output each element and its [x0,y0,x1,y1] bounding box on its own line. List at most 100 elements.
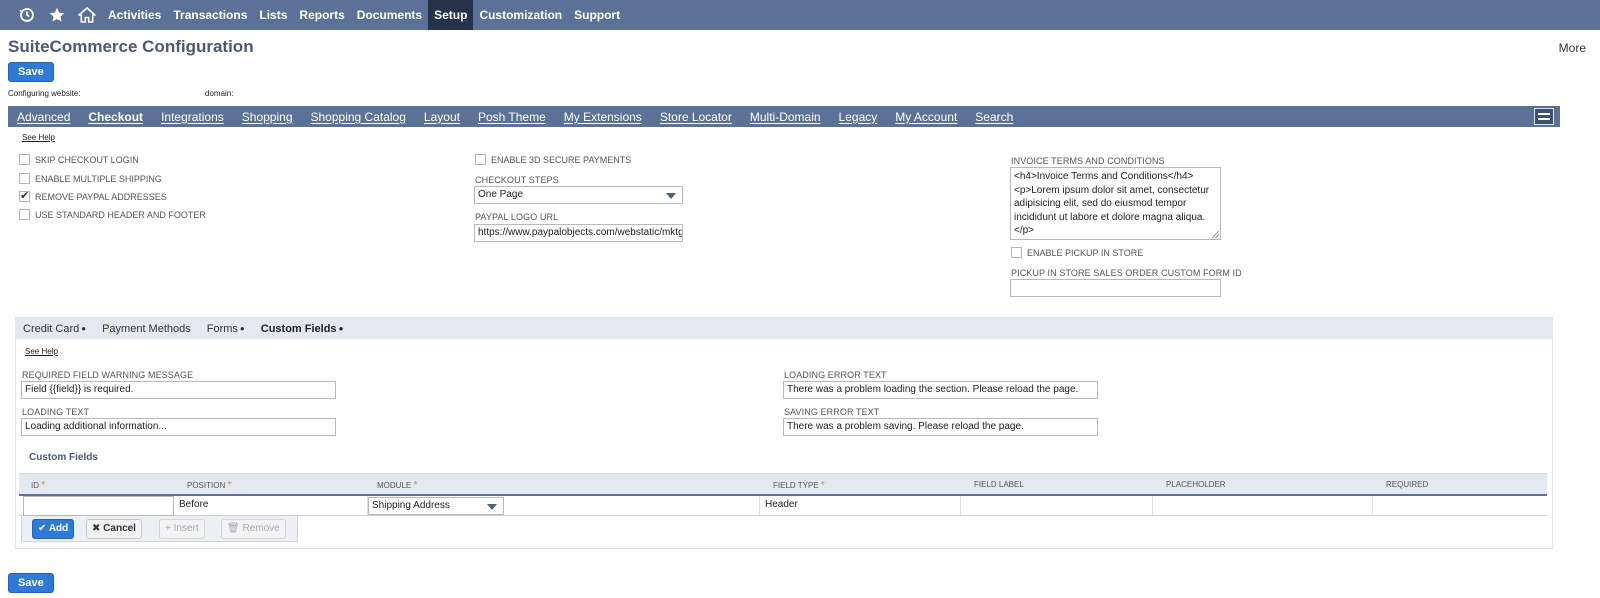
tab-payment-methods[interactable]: Payment Methods [94,323,199,335]
col-position: POSITION * [187,480,232,491]
subtab-checkout[interactable]: Checkout [79,110,152,124]
cancel-button-label: Cancel [103,523,136,534]
subtab-layout[interactable]: Layout [415,110,469,124]
row-field-type-cell[interactable]: Header [760,496,961,516]
saving-error-label: SAVING ERROR TEXT [784,407,880,417]
row-required-cell[interactable] [1373,496,1547,516]
paypal-logo-url-label: PAYPAL LOGO URL [475,212,559,222]
config-subtabs: Advanced Checkout Integrations Shopping … [8,106,1560,127]
enable-multiple-shipping-checkbox[interactable] [19,173,30,184]
checkout-steps-value: One Page [478,189,524,200]
col-module: MODULE * [377,480,418,491]
row-field-label-cell[interactable] [961,496,1153,516]
row-module-select[interactable]: Shipping Address [368,497,504,515]
star-icon[interactable] [42,0,72,30]
nav-support[interactable]: Support [568,0,626,30]
top-navigation: Activities Transactions Lists Reports Do… [0,0,1600,30]
enable-pickup-in-store-field[interactable]: ENABLE PICKUP IN STORE [1011,247,1143,258]
resize-grip-icon[interactable] [1212,231,1219,238]
loading-text-input[interactable]: Loading additional information... [21,418,336,436]
cancel-button[interactable]: ✖ Cancel [86,519,142,539]
row-module-value: Shipping Address [372,500,450,511]
nav-reports[interactable]: Reports [293,0,350,30]
subtab-posh-theme[interactable]: Posh Theme [469,110,555,124]
subtab-my-account[interactable]: My Account [886,110,966,124]
nav-documents[interactable]: Documents [351,0,428,30]
trash-icon: 🗑 [227,523,240,534]
nav-setup[interactable]: Setup [428,0,474,30]
row-position-cell[interactable]: Before [174,496,368,516]
page-title: SuiteCommerce Configuration [8,37,254,56]
col-field-type: FIELD TYPE * [773,480,825,491]
remove-button-label: Remove [242,523,280,534]
see-help-link[interactable]: See Help [22,133,55,142]
insert-button[interactable]: + Insert [159,519,205,539]
chevron-down-icon [666,193,676,199]
invoice-terms-textarea[interactable]: <h4>Invoice Terms and Conditions</h4> <p… [1010,167,1221,240]
tab-forms[interactable]: Forms ● [199,323,253,335]
nav-lists[interactable]: Lists [253,0,293,30]
subtab-search[interactable]: Search [966,110,1022,124]
col-required: REQUIRED [1386,480,1429,489]
row-id-input[interactable] [23,496,174,516]
subtab-shopping-catalog[interactable]: Shopping Catalog [302,110,415,124]
col-module-label: MODULE [377,481,412,490]
subtab-my-extensions[interactable]: My Extensions [555,110,651,124]
remove-button[interactable]: 🗑 Remove [221,519,286,539]
tab-custom-fields[interactable]: Custom Fields ● [253,323,352,335]
enable-multiple-shipping-field[interactable]: ENABLE MULTIPLE SHIPPING [19,173,162,184]
enable-pickup-in-store-label: ENABLE PICKUP IN STORE [1027,247,1144,258]
subtab-integrations[interactable]: Integrations [152,110,233,124]
history-icon[interactable] [12,0,42,30]
subtab-shopping[interactable]: Shopping [233,110,302,124]
domain-label: domain: [205,89,234,98]
insert-button-label: Insert [173,523,199,534]
loading-error-input[interactable]: There was a problem loading the section.… [783,381,1098,399]
enable-pickup-in-store-checkbox[interactable] [1011,247,1022,258]
saving-error-input[interactable]: There was a problem saving. Please reloa… [783,418,1098,436]
table-row[interactable]: Before Shipping Address Header [19,494,1547,516]
required-warning-label: REQUIRED FIELD WARNING MESSAGE [22,370,194,380]
skip-checkout-login-label: SKIP CHECKOUT LOGIN [35,154,139,165]
required-warning-input[interactable]: Field {{field}} is required. [21,381,336,399]
home-icon[interactable] [72,0,102,30]
subtab-legacy[interactable]: Legacy [830,110,887,124]
remove-paypal-addresses-field[interactable]: REMOVE PAYPAL ADDRESSES [19,189,167,202]
skip-checkout-login-checkbox[interactable] [19,154,30,165]
subtab-multi-domain[interactable]: Multi-Domain [741,110,830,124]
save-button-bottom[interactable]: Save [8,573,54,593]
enable-multiple-shipping-label: ENABLE MULTIPLE SHIPPING [35,173,162,184]
subtab-menu-icon[interactable] [1534,108,1554,125]
use-standard-header-footer-field[interactable]: USE STANDARD HEADER AND FOOTER [19,209,206,220]
loading-error-label: LOADING ERROR TEXT [784,370,887,380]
remove-paypal-addresses-checkbox[interactable] [19,189,30,202]
custom-fields-see-help-link[interactable]: See Help [25,347,58,356]
row-module-cell[interactable]: Shipping Address [368,496,760,516]
add-button[interactable]: ✔ Add [32,519,75,539]
paypal-logo-url-input[interactable]: https://www.paypalobjects.com/webstatic/… [474,224,683,242]
col-position-label: POSITION [187,481,226,490]
save-button-top[interactable]: Save [8,62,54,82]
tab-credit-card[interactable]: Credit Card ● [15,323,94,335]
use-standard-header-footer-checkbox[interactable] [19,209,30,220]
enable-3d-secure-field[interactable]: ENABLE 3D SECURE PAYMENTS [475,154,631,165]
more-link[interactable]: More [1559,41,1586,55]
nav-activities[interactable]: Activities [102,0,167,30]
remove-paypal-addresses-label: REMOVE PAYPAL ADDRESSES [35,191,167,202]
checkout-steps-select[interactable]: One Page [474,186,683,204]
col-id-label: ID [31,481,39,490]
inner-tabs: Credit Card ● Payment Methods Forms ● Cust… [15,318,1553,339]
check-icon: ✔ [38,523,47,534]
row-placeholder-cell[interactable] [1153,496,1373,516]
use-standard-header-footer-label: USE STANDARD HEADER AND FOOTER [35,209,206,220]
pickup-form-id-input[interactable] [1010,279,1221,297]
nav-customization[interactable]: Customization [473,0,568,30]
invoice-terms-text: <h4>Invoice Terms and Conditions</h4> <p… [1014,171,1210,236]
enable-3d-secure-checkbox[interactable] [475,154,486,165]
col-field-type-label: FIELD TYPE [773,481,819,490]
skip-checkout-login-field[interactable]: SKIP CHECKOUT LOGIN [19,154,139,165]
subtab-advanced[interactable]: Advanced [8,110,79,124]
configuring-website-label: Configuring website: [8,89,81,98]
nav-transactions[interactable]: Transactions [167,0,253,30]
subtab-store-locator[interactable]: Store Locator [651,110,741,124]
